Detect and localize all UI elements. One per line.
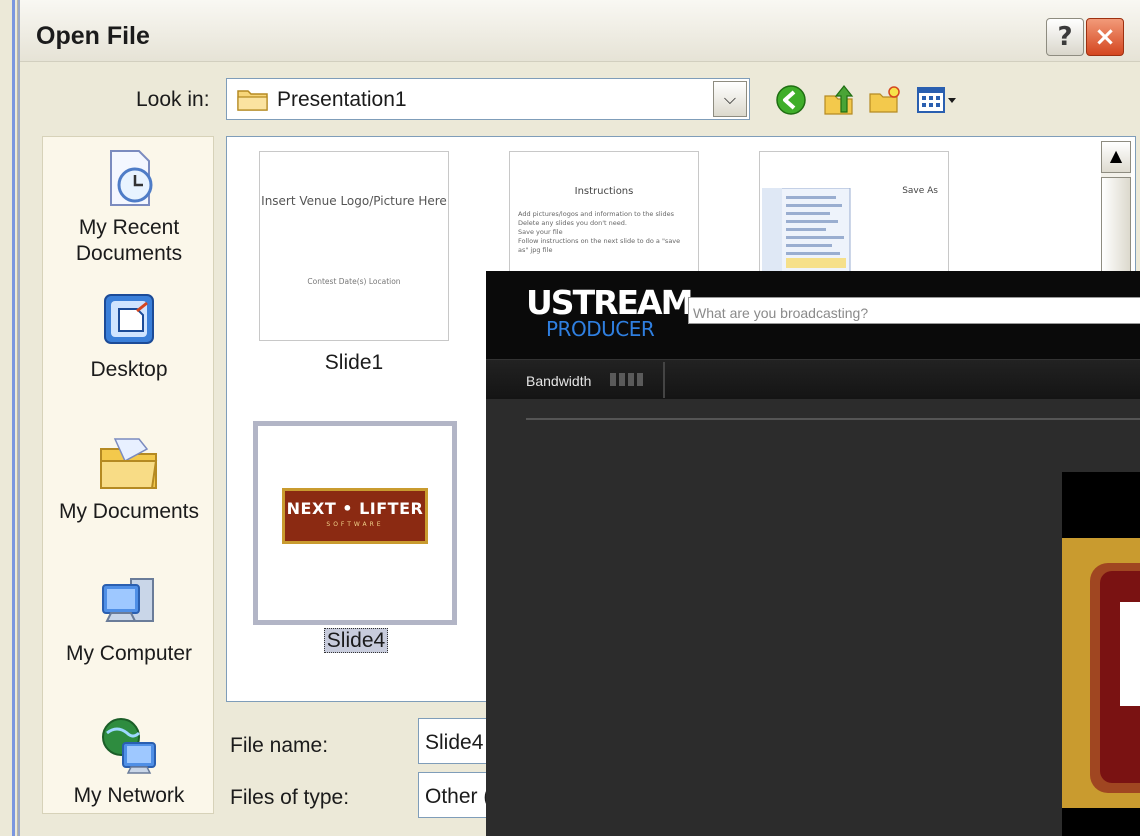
screenshot-thumbnail-image <box>762 188 851 277</box>
bandwidth-label: Bandwidth <box>526 373 592 389</box>
place-my-recent-documents[interactable]: My Recent Documents <box>43 147 215 267</box>
video-preview[interactable] <box>1062 472 1140 836</box>
slide1-thumb-subtitle: Contest Date(s) Location <box>307 277 401 286</box>
up-folder-icon[interactable] <box>822 84 856 116</box>
slide2-thumb-list: Add pictures/logos and information to th… <box>518 210 681 254</box>
file-thumbnail-slide4[interactable]: NEXT • LIFTER SOFTWARE <box>253 421 457 625</box>
bandwidth-meter-icon <box>610 373 648 387</box>
ustream-header: USTREAM PRODUCER <box>486 271 1140 359</box>
chevron-down-icon[interactable]: ⌵ <box>713 81 747 117</box>
files-of-type-label: Files of type: <box>230 786 350 809</box>
scrollbar-thumb[interactable] <box>1101 177 1131 277</box>
content-divider <box>526 418 1140 420</box>
producer-label: PRODUCER <box>546 317 655 341</box>
look-in-combobox[interactable]: Presentation1 ⌵ <box>226 78 750 120</box>
background-window-edge <box>0 0 18 836</box>
ustream-producer-window: USTREAM PRODUCER Bandwidth <box>486 271 1140 836</box>
file-name-label: File name: <box>230 734 329 757</box>
broadcast-title-input[interactable] <box>688 297 1140 324</box>
my-network-icon <box>102 718 156 774</box>
my-documents-icon <box>100 438 158 489</box>
my-computer-icon <box>102 578 154 622</box>
slide1-thumb-title: Insert Venue Logo/Picture Here <box>261 194 447 208</box>
ustream-toolbar: Bandwidth <box>486 359 1140 399</box>
back-icon[interactable] <box>774 84 808 116</box>
close-button[interactable]: × <box>1086 18 1124 56</box>
preview-logo-image <box>1062 538 1140 808</box>
toolbar-divider <box>663 362 665 398</box>
slide3-thumb-title: Save As <box>902 186 938 196</box>
look-in-value: Presentation1 <box>277 88 407 111</box>
place-my-network[interactable]: My Network <box>43 715 215 809</box>
dialog-title: Open File <box>36 22 150 50</box>
place-my-computer[interactable]: My Computer <box>43 573 215 667</box>
places-bar: My Recent Documents Desktop My Documents <box>42 136 214 814</box>
screen: Open File ? × Look in: Presentation1 ⌵ M… <box>0 0 1140 836</box>
file-caption-slide1[interactable]: Slide1 <box>259 351 449 375</box>
help-button[interactable]: ? <box>1046 18 1084 56</box>
file-caption-slide4[interactable]: Slide4 <box>261 628 451 653</box>
scroll-up-icon[interactable]: ▲ <box>1101 141 1131 173</box>
slide2-thumb-title: Instructions <box>574 186 634 197</box>
views-menu-icon[interactable] <box>916 84 958 116</box>
recent-documents-icon <box>110 150 153 206</box>
desktop-icon <box>104 294 154 344</box>
folder-icon <box>237 90 268 111</box>
new-folder-icon[interactable] <box>868 84 902 116</box>
place-my-documents[interactable]: My Documents <box>43 431 215 525</box>
look-in-label: Look in: <box>136 88 210 111</box>
next-lifter-logo: NEXT • LIFTER SOFTWARE <box>282 488 428 544</box>
file-thumbnail-slide1[interactable]: Insert Venue Logo/Picture Here Contest D… <box>259 151 449 341</box>
dialog-titlebar[interactable]: Open File ? × <box>20 0 1140 62</box>
place-desktop[interactable]: Desktop <box>43 289 215 383</box>
